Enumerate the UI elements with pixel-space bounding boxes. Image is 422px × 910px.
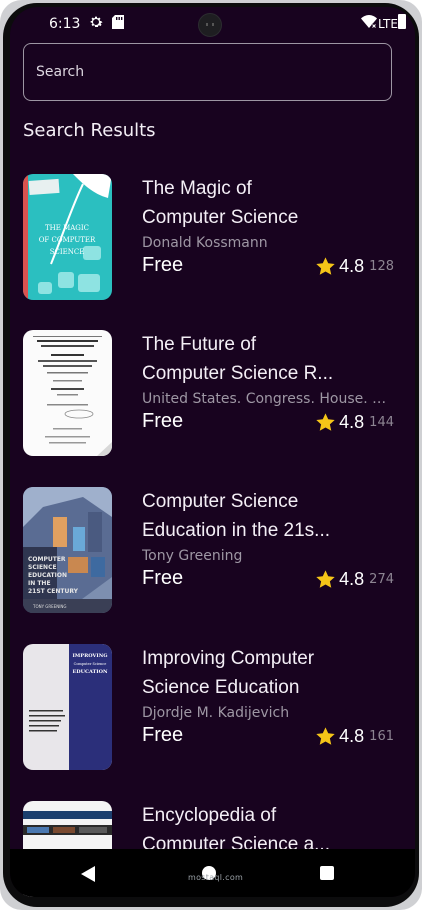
book-author: Djordje M. Kadijevich [142,705,290,721]
phone-frame: 6:13 LTE Search Search Results THE MAGIC… [0,0,422,910]
wifi-icon [361,15,377,29]
book-author: United States. Congress. House. C... [142,391,394,407]
book-price: Free [142,724,184,746]
rating-count: 144 [369,415,394,430]
svg-text:IN THE: IN THE [28,580,51,587]
rating-score: 4.8 [339,569,365,589]
book-item[interactable]: THE MAGIC OF COMPUTER SCIENCE The Magic … [10,174,415,304]
status-bar: 6:13 LTE [10,7,415,41]
svg-text:TONY GREENING: TONY GREENING [32,604,67,609]
svg-text:IMPROVING: IMPROVING [72,653,107,659]
star-icon [316,257,335,275]
watermark: mostaql.com [188,873,244,882]
svg-text:SCIENCE: SCIENCE [28,564,57,571]
book-title: The Future of Computer Science R... [142,334,334,384]
book-cover-image: IMPROVING Computer Science EDUCATION [23,644,112,770]
settings-icon [90,16,103,27]
book-cover[interactable]: THE MAGIC OF COMPUTER SCIENCE [23,174,112,300]
recent-apps-icon[interactable] [320,866,334,880]
book-rating: 4.8 161 [315,726,394,747]
rating-score: 4.8 [339,726,365,746]
rating-count: 128 [369,259,394,274]
svg-text:SCIENCE: SCIENCE [50,248,85,256]
svg-text:COMPUTER: COMPUTER [28,556,66,563]
back-icon[interactable] [80,866,96,882]
phone-bezel: 6:13 LTE Search Search Results THE MAGIC… [3,3,419,907]
svg-text:EDUCATION: EDUCATION [28,572,67,579]
search-input[interactable] [23,43,392,101]
app-screen: 6:13 LTE Search Search Results THE MAGIC… [10,7,415,897]
book-rating: 4.8 144 [315,412,394,433]
svg-text:EDUCATION: EDUCATION [72,669,108,675]
book-author: Donald Kossmann [142,235,268,251]
star-icon [316,570,335,588]
rating-score: 4.8 [339,412,365,432]
status-time: 6:13 [49,16,81,32]
book-item[interactable]: The Future of Computer Science R... Unit… [10,330,415,460]
sd-card-icon [112,15,124,29]
svg-text:OF COMPUTER: OF COMPUTER [39,236,96,244]
book-item[interactable]: IMPROVING Computer Science EDUCATION Imp… [10,644,415,774]
book-author: Tony Greening [142,548,243,564]
book-item[interactable]: COMPUTER SCIENCE EDUCATION IN THE 21ST C… [10,487,415,617]
book-title: Improving Computer Science Education [142,648,315,698]
svg-text:21ST CENTURY: 21ST CENTURY [28,588,79,595]
book-price: Free [142,254,184,276]
book-price: Free [142,567,184,589]
svg-text:THE MAGIC: THE MAGIC [45,224,89,232]
section-title: Search Results [23,120,156,141]
book-cover-image: COMPUTER SCIENCE EDUCATION IN THE 21ST C… [23,487,112,613]
book-cover[interactable]: IMPROVING Computer Science EDUCATION [23,644,112,770]
star-icon [316,727,335,745]
svg-text:Computer Science: Computer Science [74,662,107,666]
battery-icon [398,14,406,29]
book-cover-image: THE MAGIC OF COMPUTER SCIENCE [23,174,112,300]
book-rating: 4.8 274 [315,569,394,590]
star-icon [316,413,335,431]
book-title: The Magic of Computer Science [142,178,299,228]
rating-count: 161 [369,729,394,744]
network-label: LTE [378,17,398,31]
book-cover-image [23,330,112,456]
book-rating: 4.8 128 [315,256,394,277]
book-title: Computer Science Education in the 21s... [142,491,331,541]
book-price: Free [142,410,184,432]
front-camera [198,13,222,37]
book-cover[interactable] [23,330,112,456]
rating-score: 4.8 [339,256,365,276]
book-cover[interactable]: COMPUTER SCIENCE EDUCATION IN THE 21ST C… [23,487,112,613]
rating-count: 274 [369,572,394,587]
